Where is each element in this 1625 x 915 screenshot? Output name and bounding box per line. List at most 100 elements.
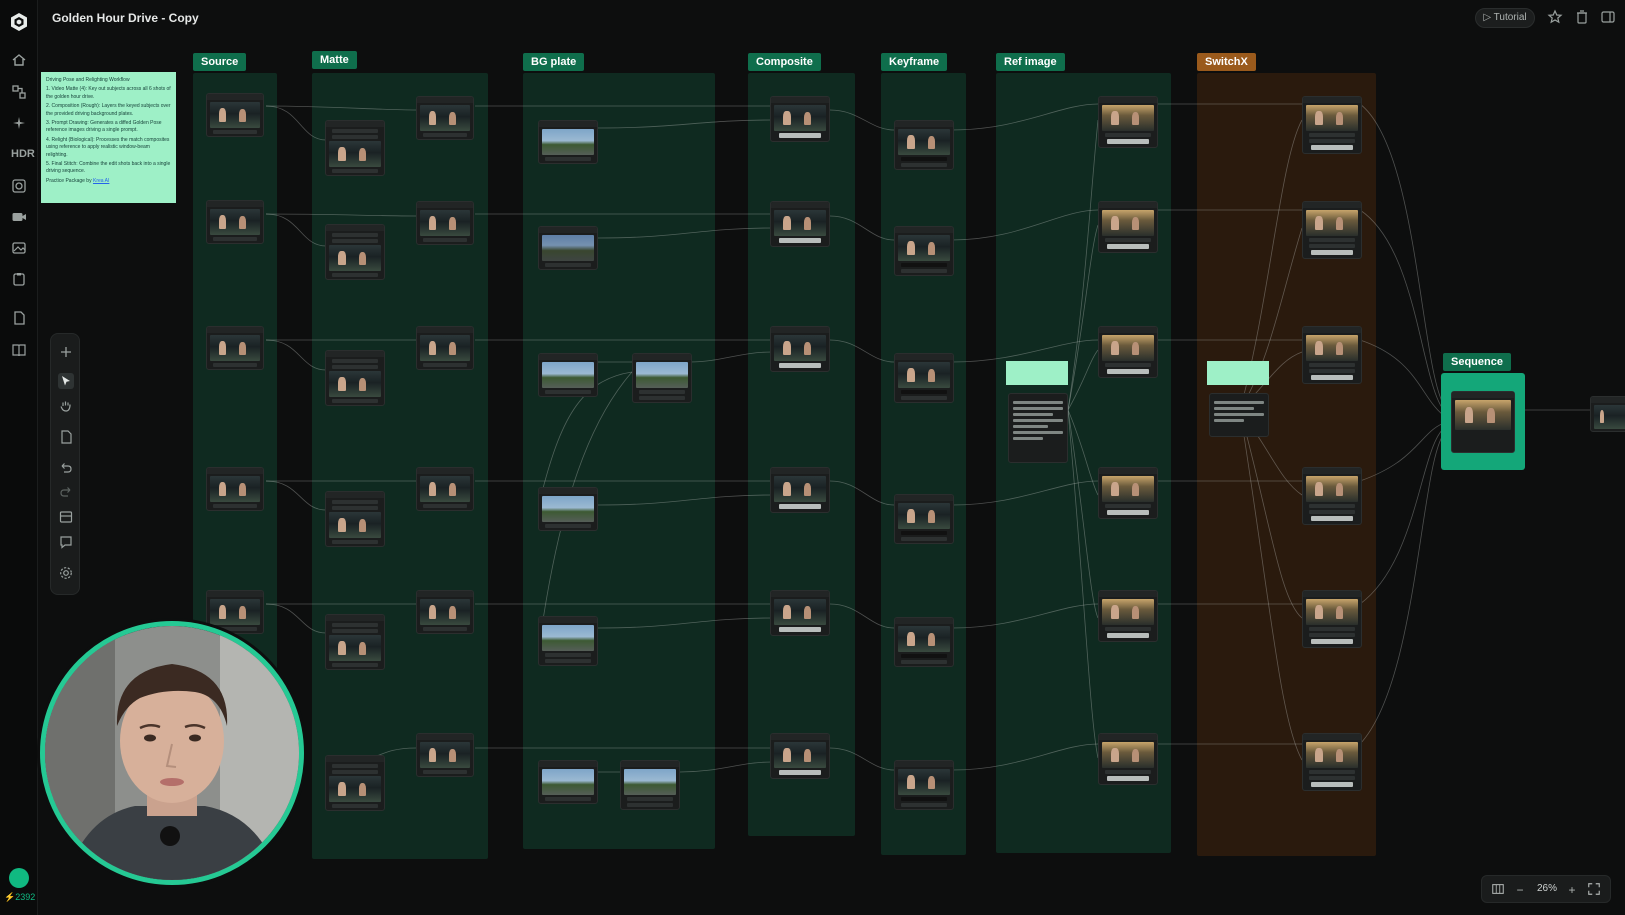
ref-prompt-text-node[interactable]: [1008, 393, 1068, 463]
matte-output-node[interactable]: [416, 326, 474, 370]
group-label-bg-plate[interactable]: BG plate: [523, 53, 585, 71]
tutorial-button[interactable]: ▷ Tutorial: [1475, 8, 1535, 28]
zoom-out-button[interactable]: −: [1512, 882, 1528, 898]
group-keyframe[interactable]: [881, 73, 966, 855]
workflow-note[interactable]: Driving Pose and Relighting Workflow 1. …: [41, 72, 176, 203]
ref-image-node[interactable]: [1098, 733, 1158, 785]
select-tool-icon[interactable]: [58, 373, 74, 389]
fullscreen-icon[interactable]: [1586, 882, 1602, 898]
composite-node[interactable]: [770, 733, 830, 779]
image-enhance-icon[interactable]: [11, 178, 27, 194]
keyframe-node[interactable]: [894, 120, 954, 170]
zoom-in-button[interactable]: +: [1564, 882, 1580, 898]
matte-settings-node[interactable]: [325, 491, 385, 547]
group-label-matte[interactable]: Matte: [312, 51, 357, 69]
undo-icon[interactable]: [58, 460, 74, 476]
sequence-node[interactable]: [1451, 391, 1515, 453]
bg-plate-node[interactable]: [538, 487, 598, 531]
matte-settings-node[interactable]: [325, 614, 385, 670]
composite-node[interactable]: [770, 201, 830, 247]
book-icon[interactable]: [11, 342, 27, 358]
matte-settings-node[interactable]: [325, 350, 385, 406]
gallery-icon[interactable]: [11, 240, 27, 256]
switchx-prompt-text-node[interactable]: [1209, 393, 1269, 437]
trash-icon[interactable]: [1574, 9, 1590, 25]
project-title[interactable]: Golden Hour Drive - Copy: [52, 11, 199, 25]
keyframe-node[interactable]: [894, 494, 954, 544]
switchx-node[interactable]: [1302, 96, 1362, 154]
ref-image-node[interactable]: [1098, 96, 1158, 148]
bg-plate-node[interactable]: [538, 616, 598, 666]
source-node[interactable]: [206, 200, 264, 244]
ref-image-node[interactable]: [1098, 590, 1158, 642]
user-avatar[interactable]: [9, 868, 29, 888]
source-node[interactable]: [206, 326, 264, 370]
home-icon[interactable]: [11, 52, 27, 68]
matte-output-node[interactable]: [416, 467, 474, 511]
group-label-sequence[interactable]: Sequence: [1443, 353, 1511, 371]
keyframe-node[interactable]: [894, 760, 954, 810]
composite-node[interactable]: [770, 590, 830, 636]
source-node[interactable]: [206, 467, 264, 511]
group-label-switchx[interactable]: SwitchX: [1197, 53, 1256, 71]
switchx-node[interactable]: [1302, 201, 1362, 259]
star-icon[interactable]: [1547, 9, 1563, 25]
ref-image-node[interactable]: [1098, 467, 1158, 519]
group-composite[interactable]: [748, 73, 855, 836]
group-sequence[interactable]: [1441, 373, 1525, 470]
app-logo-icon[interactable]: [9, 12, 29, 32]
bg-plate-node[interactable]: [538, 353, 598, 397]
matte-output-node[interactable]: [416, 96, 474, 140]
composite-node[interactable]: [770, 326, 830, 372]
redo-icon[interactable]: [58, 484, 74, 500]
settings-gear-icon[interactable]: [58, 565, 74, 581]
sparkle-tool-icon[interactable]: [11, 115, 27, 131]
composite-node[interactable]: [770, 467, 830, 513]
file-icon[interactable]: [58, 429, 74, 445]
keyframe-node[interactable]: [894, 226, 954, 276]
document-icon[interactable]: [11, 310, 27, 326]
matte-settings-node[interactable]: [325, 224, 385, 280]
output-node[interactable]: [1590, 396, 1625, 432]
group-bg-plate[interactable]: [523, 73, 715, 849]
group-label-ref-image[interactable]: Ref image: [996, 53, 1065, 71]
hand-tool-icon[interactable]: [58, 398, 74, 414]
bg-plate-node[interactable]: [538, 120, 598, 164]
layout-icon[interactable]: [58, 509, 74, 525]
clipboard-icon[interactable]: [11, 271, 27, 287]
bg-plate-node[interactable]: [538, 760, 598, 804]
credits-count: ⚡2392: [4, 892, 36, 902]
bg-plate-edit-node[interactable]: [620, 760, 680, 810]
hdr-icon[interactable]: HDR: [11, 146, 35, 162]
matte-output-node[interactable]: [416, 201, 474, 245]
composite-node[interactable]: [770, 96, 830, 142]
bg-plate-edit-node[interactable]: [632, 353, 692, 403]
comment-icon[interactable]: [58, 534, 74, 550]
group-label-composite[interactable]: Composite: [748, 53, 821, 71]
add-node-icon[interactable]: [58, 344, 74, 360]
switchx-node[interactable]: [1302, 590, 1362, 648]
matte-settings-node[interactable]: [325, 755, 385, 811]
switchx-node[interactable]: [1302, 326, 1362, 384]
bg-plate-node[interactable]: [538, 226, 598, 270]
keyframe-node[interactable]: [894, 617, 954, 667]
switchx-node[interactable]: [1302, 733, 1362, 791]
ref-image-node[interactable]: [1098, 201, 1158, 253]
switchx-node[interactable]: [1302, 467, 1362, 525]
keyframe-node[interactable]: [894, 353, 954, 403]
group-label-source[interactable]: Source: [193, 53, 247, 71]
matte-output-node[interactable]: [416, 733, 474, 777]
matte-output-node[interactable]: [416, 590, 474, 634]
group-label-keyframe[interactable]: Keyframe: [881, 53, 948, 71]
video-icon[interactable]: [11, 209, 27, 225]
switchx-prompt-note[interactable]: [1207, 361, 1269, 385]
ref-image-node[interactable]: [1098, 326, 1158, 378]
note-line: 2. Composition (Rough): Layers the keyed…: [46, 103, 171, 117]
source-node[interactable]: [206, 93, 264, 137]
matte-settings-node[interactable]: [325, 120, 385, 176]
minimap-icon[interactable]: [1490, 882, 1506, 898]
panel-toggle-icon[interactable]: [1600, 9, 1616, 25]
nodes-icon[interactable]: [11, 84, 27, 100]
note-footer-link[interactable]: Krea AI: [93, 178, 109, 184]
ref-prompt-note[interactable]: [1006, 361, 1068, 385]
